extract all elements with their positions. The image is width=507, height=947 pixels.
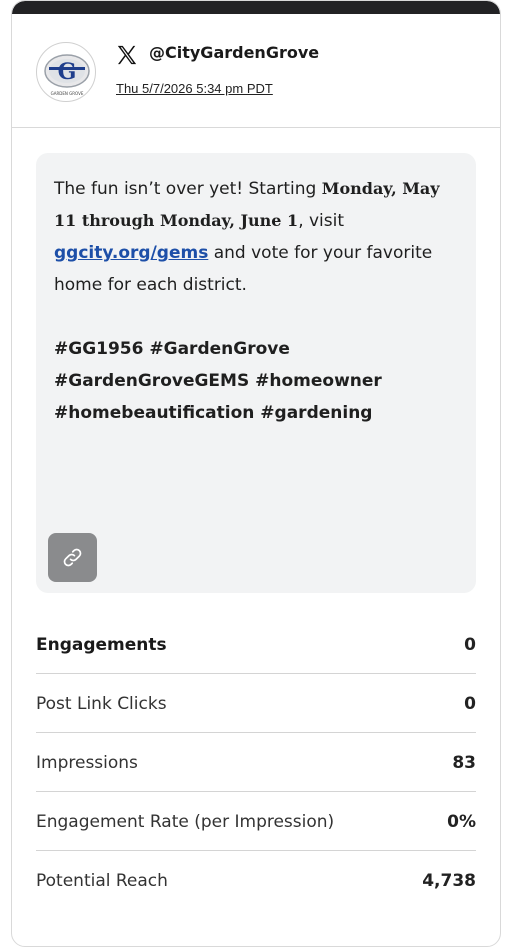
stat-value: 0 <box>464 694 476 714</box>
post-timestamp[interactable]: Thu 5/7/2026 5:34 pm PDT <box>116 81 273 96</box>
post-report-card: G GARDEN GROVE @CityGardenGrove Thu 5/7/… <box>11 0 501 947</box>
post-preview: The fun isn’t over yet! Starting Monday,… <box>36 153 476 593</box>
stat-row-potential-reach: Potential Reach 4,738 <box>36 851 476 910</box>
post-hashtags: #GG1956 #GardenGrove #GardenGroveGEMS #h… <box>54 339 382 423</box>
stat-row-engagement-rate: Engagement Rate (per Impression) 0% <box>36 792 476 851</box>
post-text: The fun isn’t over yet! Starting Monday,… <box>54 173 464 429</box>
stat-label: Engagements <box>36 635 167 655</box>
post-text-visit: , visit <box>298 211 345 231</box>
stat-label: Potential Reach <box>36 871 168 891</box>
garden-grove-logo-icon: G GARDEN GROVE <box>44 54 90 96</box>
stat-value: 4,738 <box>422 871 476 891</box>
stats-table: Engagements 0 Post Link Clicks 0 Impress… <box>36 615 476 910</box>
stat-row-impressions: Impressions 83 <box>36 733 476 792</box>
post-header: G GARDEN GROVE @CityGardenGrove Thu 5/7/… <box>12 14 500 128</box>
link-icon <box>63 548 82 567</box>
svg-text:G: G <box>58 59 77 85</box>
stat-value: 0 <box>464 635 476 655</box>
stat-value: 83 <box>452 753 476 773</box>
stat-row-post-link-clicks: Post Link Clicks 0 <box>36 674 476 733</box>
link-preview-button[interactable] <box>48 533 97 582</box>
account-handle[interactable]: @CityGardenGrove <box>149 43 319 62</box>
card-top-bar <box>12 1 500 14</box>
stat-value: 0% <box>447 812 476 832</box>
svg-text:GARDEN GROVE: GARDEN GROVE <box>51 91 84 96</box>
stat-row-engagements: Engagements 0 <box>36 615 476 674</box>
stat-label: Impressions <box>36 753 138 773</box>
post-link[interactable]: ggcity.org/gems <box>54 243 208 263</box>
stat-label: Engagement Rate (per Impression) <box>36 812 335 832</box>
post-text-intro: The fun isn’t over yet! Starting <box>54 179 322 199</box>
stat-label: Post Link Clicks <box>36 694 167 714</box>
x-logo-icon <box>117 45 137 65</box>
avatar[interactable]: G GARDEN GROVE <box>36 42 96 102</box>
